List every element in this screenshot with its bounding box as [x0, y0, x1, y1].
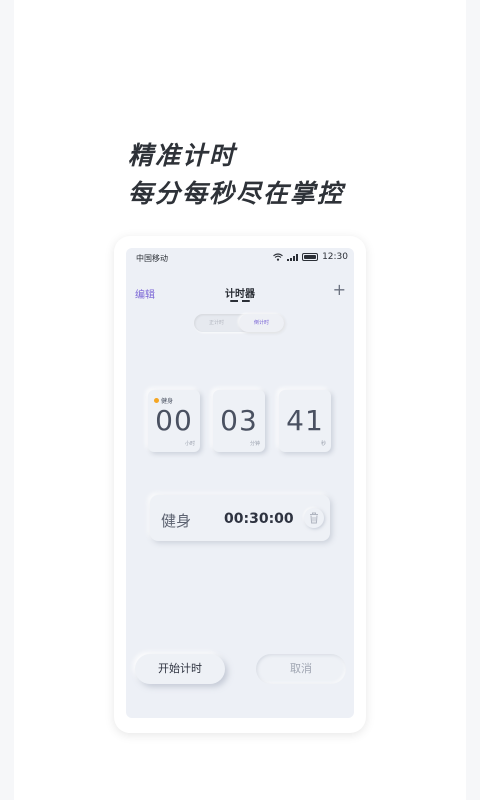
preset-name: 健身: [161, 512, 192, 530]
phone-screen: 中国移动 12:30 编辑 计时器 + 正计时 倒计时 健身 00 小时 03 …: [126, 248, 354, 718]
carrier-label: 中国移动: [136, 254, 168, 263]
headline-line-1: 精准计时: [128, 141, 237, 170]
signal-icon: [287, 253, 299, 261]
preset-duration: 00:30:00: [224, 511, 294, 527]
phone-mockup: 中国移动 12:30 编辑 计时器 + 正计时 倒计时 健身 00 小时 03 …: [114, 236, 366, 733]
minutes-value: 03: [220, 404, 258, 437]
tab-countdown[interactable]: 倒计时: [239, 314, 284, 332]
timer-mode-switch: 正计时 倒计时: [194, 314, 284, 332]
seconds-unit: 秒: [320, 441, 326, 447]
start-timer-button[interactable]: 开始计时: [135, 654, 225, 684]
preset-item[interactable]: 健身 00:30:00: [150, 495, 330, 541]
hours-unit: 小时: [184, 441, 195, 447]
trash-icon: [310, 512, 318, 524]
tag-dot-icon: [154, 398, 159, 403]
cancel-button[interactable]: 取消: [256, 654, 346, 684]
seconds-value: 41: [286, 404, 324, 437]
minutes-card[interactable]: 03 分钟: [213, 390, 265, 452]
hours-card[interactable]: 健身 00 小时: [148, 390, 200, 452]
seconds-card[interactable]: 41 秒: [279, 390, 331, 452]
tab-count-up[interactable]: 正计时: [194, 314, 239, 332]
delete-preset-button[interactable]: [304, 508, 324, 528]
headline-line-2: 每分每秒尽在掌控: [128, 179, 345, 208]
hours-value: 00: [155, 404, 193, 437]
page-title: 计时器: [225, 289, 255, 300]
battery-icon: [302, 253, 319, 261]
title-underline: [230, 300, 250, 302]
status-bar: 中国移动 12:30: [126, 248, 354, 268]
status-icons: 12:30: [273, 252, 348, 262]
minutes-unit: 分钟: [249, 441, 260, 447]
status-time: 12:30: [322, 252, 348, 262]
nav-bar: 编辑 计时器 +: [126, 272, 354, 302]
plus-icon[interactable]: +: [333, 282, 346, 298]
wifi-icon: [273, 253, 283, 261]
